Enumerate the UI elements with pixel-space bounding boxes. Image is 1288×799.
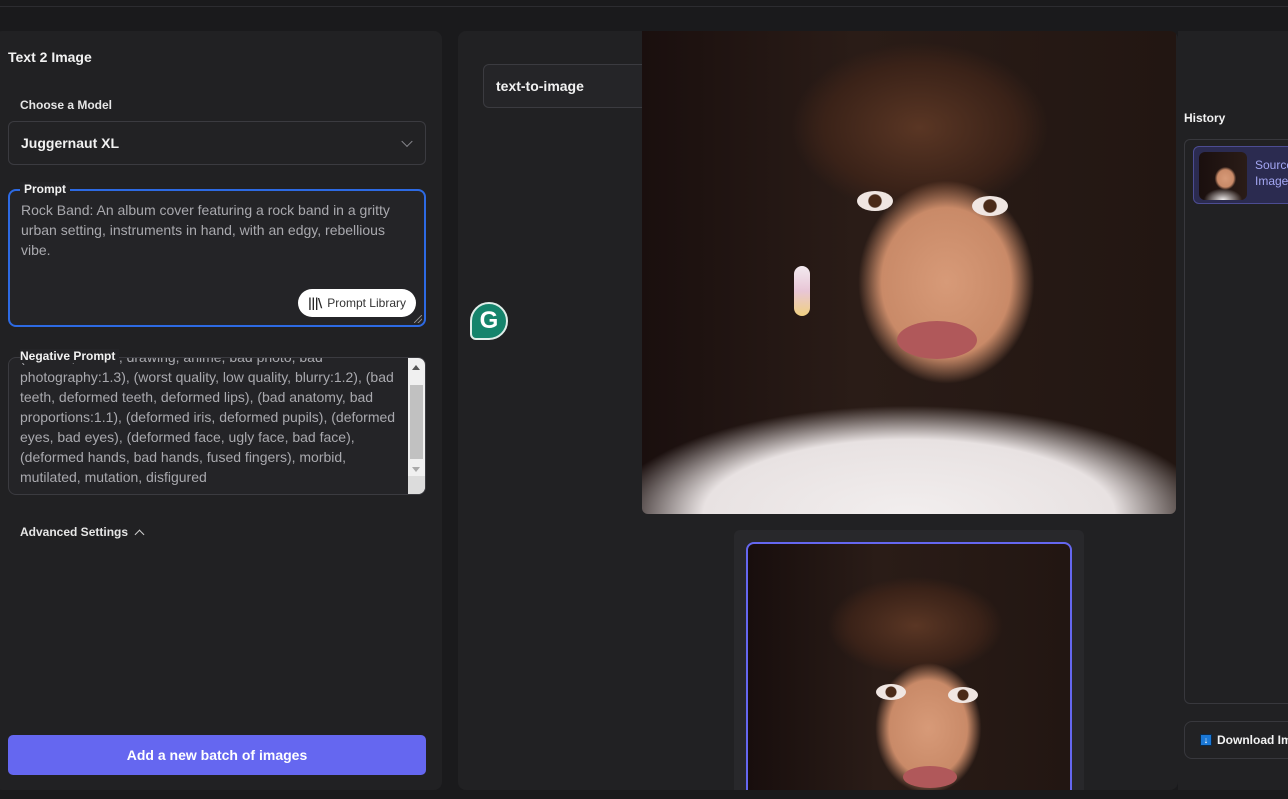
resize-handle[interactable] <box>414 315 422 323</box>
negative-prompt-field[interactable]: (cartoon, render, drawing, anime, bad ph… <box>8 357 426 495</box>
model-selected-value: Juggernaut XL <box>21 135 120 151</box>
resize-handle[interactable] <box>408 476 425 494</box>
grammarly-icon[interactable]: G <box>470 302 508 340</box>
prompt-field[interactable]: Prompt Rock Band: An album cover featuri… <box>8 182 426 327</box>
scroll-down-arrow-icon[interactable] <box>412 467 420 472</box>
prompt-library-button[interactable]: |||\ Prompt Library <box>297 289 416 317</box>
add-batch-button[interactable]: Add a new batch of images <box>8 735 426 775</box>
prompt-textarea[interactable]: Rock Band: An album cover featuring a ro… <box>21 200 411 260</box>
history-item-label: Source Image <box>1255 158 1288 188</box>
model-label: Choose a Model <box>20 98 113 112</box>
scroll-up-arrow-icon[interactable] <box>412 365 420 370</box>
top-divider <box>0 6 1288 7</box>
advanced-settings-label: Advanced Settings <box>20 525 129 539</box>
chevron-down-icon <box>401 135 413 148</box>
history-panel: History Source Image ↓ Download Images <box>1178 31 1288 790</box>
history-list: Source Image <box>1184 139 1288 704</box>
eye-right <box>948 687 978 703</box>
lips <box>903 766 957 788</box>
negative-prompt-label: Negative Prompt <box>20 349 120 363</box>
negative-prompt-textarea[interactable]: (cartoon, render, drawing, anime, bad ph… <box>20 358 405 487</box>
model-select[interactable]: Juggernaut XL <box>8 121 426 165</box>
lips <box>897 321 977 359</box>
prompt-library-label: Prompt Library <box>327 296 406 310</box>
eye-left <box>876 684 906 700</box>
text2image-panel: Text 2 Image Choose a Model Juggernaut X… <box>0 31 442 790</box>
download-label: Download Images <box>1217 733 1288 747</box>
prompt-label: Prompt <box>20 182 70 196</box>
library-icon: |||\ <box>307 296 322 310</box>
panel-title: Text 2 Image <box>8 49 92 65</box>
negative-prompt-scrollbar[interactable] <box>408 358 425 494</box>
selected-thumbnail[interactable] <box>746 542 1072 790</box>
generated-image[interactable] <box>642 31 1176 514</box>
earring <box>794 266 810 316</box>
eye-left <box>857 191 893 211</box>
history-item[interactable]: Source Image <box>1193 146 1288 204</box>
mode-selected-value: text-to-image <box>496 78 584 94</box>
thumbnail-strip <box>734 530 1084 790</box>
scrollbar-thumb[interactable] <box>410 385 423 459</box>
download-icon: ↓ <box>1200 734 1212 746</box>
download-images-button[interactable]: ↓ Download Images <box>1184 721 1288 759</box>
chevron-up-icon <box>134 529 145 539</box>
history-title: History <box>1184 111 1226 125</box>
advanced-settings-toggle[interactable]: Advanced Settings <box>20 525 145 539</box>
eye-right <box>972 196 1008 216</box>
history-thumbnail <box>1199 152 1247 200</box>
preview-panel: text-to-image G <box>458 31 1178 790</box>
